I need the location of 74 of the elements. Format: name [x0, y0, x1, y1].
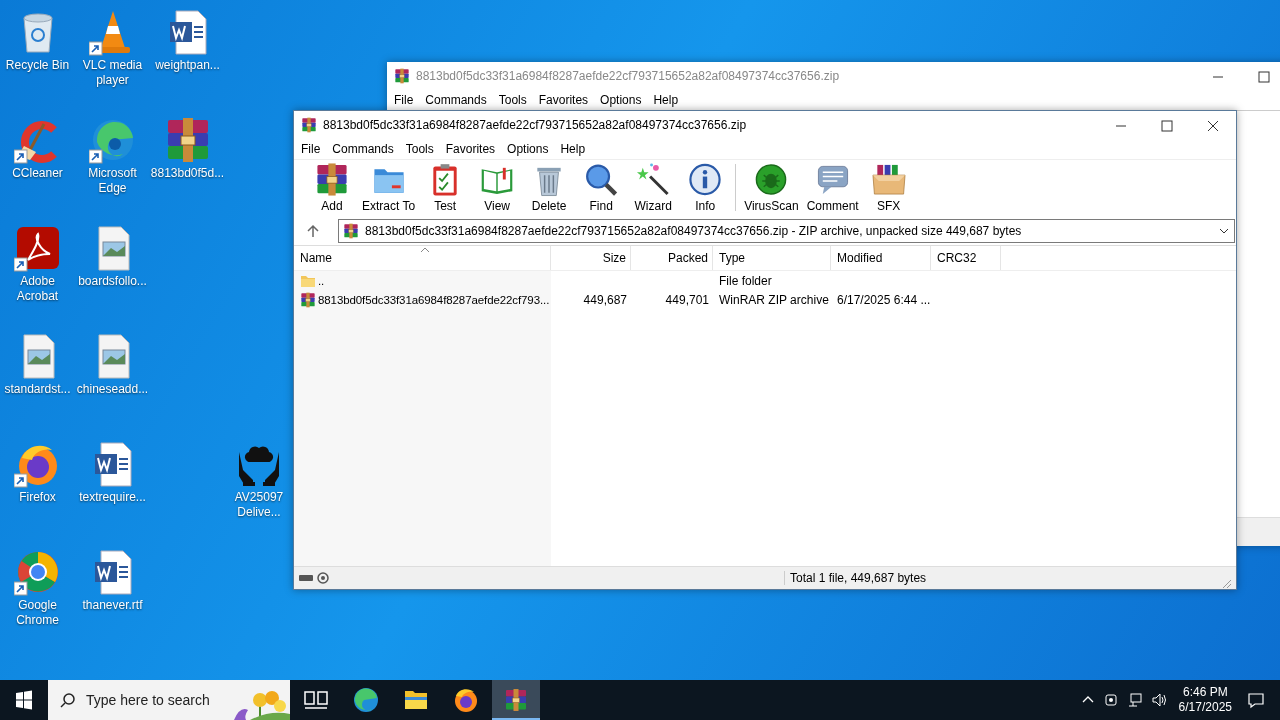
column-header[interactable]: Modified — [831, 246, 931, 270]
column-header[interactable]: Packed — [631, 246, 713, 270]
table-cell: 449,701 — [665, 292, 709, 307]
volume-icon[interactable] — [1150, 692, 1167, 708]
column-header[interactable]: Name — [294, 246, 551, 270]
address-text: 8813bd0f5dc33f31a6984f8287aefde22cf793715652a82af08497374cc37656.zip - ZIP archive, unpacked size 449,687 bytes — [365, 224, 1023, 238]
menu-item[interactable]: Commands — [419, 93, 493, 107]
toolbar-button[interactable]: View — [471, 162, 524, 213]
desktop-icon-label[interactable]: boardsfollo... — [78, 274, 147, 289]
desktop-icon-label[interactable]: Firefox — [19, 490, 56, 505]
resize-grip-icon[interactable] — [1222, 579, 1232, 589]
desktop-icon-label[interactable]: weightpan... — [155, 58, 220, 73]
archive-books-icon — [343, 223, 359, 239]
status-text: Total 1 file, 449,687 bytes — [784, 571, 1222, 585]
menu-item[interactable]: File — [295, 142, 327, 156]
pdf-app-icon[interactable] — [13, 224, 62, 272]
file-name[interactable]: .. — [318, 274, 325, 287]
file-name[interactable]: 8813bd0f5dc33f31a6984f8287aefde22cf793... — [318, 293, 550, 306]
menu-item[interactable]: Tools — [399, 142, 440, 156]
menu-item[interactable]: Help — [647, 93, 685, 107]
menu-item[interactable]: Options — [594, 93, 648, 107]
window-title: 8813bd0f5dc33f31a6984f8287aefde22cf793715652a82af08497374cc37656.zip — [416, 69, 841, 83]
table-cell: File folder — [719, 273, 772, 288]
desktop-icon-label[interactable]: Recycle Bin — [5, 58, 70, 73]
menu-item[interactable]: Help — [554, 142, 592, 156]
archive-books-icon[interactable] — [492, 680, 540, 720]
column-header[interactable]: Type — [713, 246, 831, 270]
menu-item[interactable]: Favorites — [532, 93, 595, 107]
drive-icon — [298, 572, 332, 584]
toolbar-button[interactable]: SFX — [862, 162, 915, 213]
archive-books-icon — [394, 68, 410, 84]
desktop-icon-label[interactable]: Adobe Acrobat — [0, 274, 75, 304]
toolbar-button[interactable]: Comment — [802, 162, 863, 213]
table-cell: 6/17/2025 6:44 ... — [837, 292, 931, 307]
toolbar-button[interactable]: Info — [679, 162, 732, 213]
menu-item[interactable]: File — [388, 93, 420, 107]
window-title: 8813bd0f5dc33f31a6984f8287aefde22cf793715652a82af08497374cc37656.zip — [323, 118, 748, 132]
toolbar-button[interactable]: Test — [419, 162, 472, 213]
menu-item[interactable]: Commands — [326, 142, 400, 156]
table-cell: 449,687 — [583, 292, 627, 307]
clock[interactable]: 6:46 PM 6/17/2025 — [1170, 685, 1240, 715]
network-icon[interactable] — [1126, 692, 1143, 708]
desktop-icon-label[interactable]: CCleaner — [12, 166, 63, 181]
box-books-icon — [870, 162, 907, 197]
address-field[interactable]: 8813bd0f5dc33f31a6984f8287aefde22cf793715652a82af08497374cc37656.zip - ZIP archive, unpacked size 449,687 bytes — [338, 219, 1235, 243]
notifications-icon[interactable] — [1246, 690, 1266, 710]
menu-item[interactable]: Favorites — [439, 142, 502, 156]
column-header[interactable]: Size — [551, 246, 631, 270]
desktop-icon-label[interactable]: Google Chrome — [0, 598, 75, 628]
menu-item[interactable]: Tools — [492, 93, 533, 107]
archive-books-icon — [300, 291, 316, 308]
menu-item[interactable]: Options — [501, 142, 555, 156]
desktop-icon-label[interactable]: thanever.rtf — [82, 598, 143, 613]
desktop-icon-label[interactable]: textrequire... — [79, 490, 146, 505]
toolbar-button[interactable]: VirusScan — [740, 162, 803, 213]
archive-books-icon — [301, 117, 317, 133]
toolbar-button[interactable]: Wizard — [627, 162, 680, 213]
search-icon — [60, 692, 76, 708]
desktop-icon-label[interactable]: chineseadd... — [76, 382, 149, 397]
toolbar-button[interactable]: Add — [306, 162, 358, 213]
archive-books-icon — [314, 162, 350, 197]
column-header[interactable]: CRC32 — [931, 246, 1001, 270]
info-icon — [687, 162, 724, 197]
toolbar-button[interactable]: Delete — [523, 162, 576, 213]
desktop-icon-label[interactable]: Microsoft Edge — [75, 166, 150, 196]
toolbar-button[interactable]: Extract To — [358, 162, 420, 213]
search-icon — [583, 162, 620, 197]
desktop-icon-label[interactable]: standardst... — [4, 382, 71, 397]
meeting-icon[interactable] — [1102, 692, 1119, 708]
search-field[interactable]: Type here to search — [48, 680, 290, 720]
toolbar-button[interactable]: Find — [575, 162, 628, 213]
table-cell: WinRAR ZIP archive — [719, 292, 829, 307]
desktop-icon-label[interactable]: 8813bd0f5d... — [150, 166, 225, 181]
desktop-icon-label[interactable]: VLC media player — [75, 58, 150, 88]
